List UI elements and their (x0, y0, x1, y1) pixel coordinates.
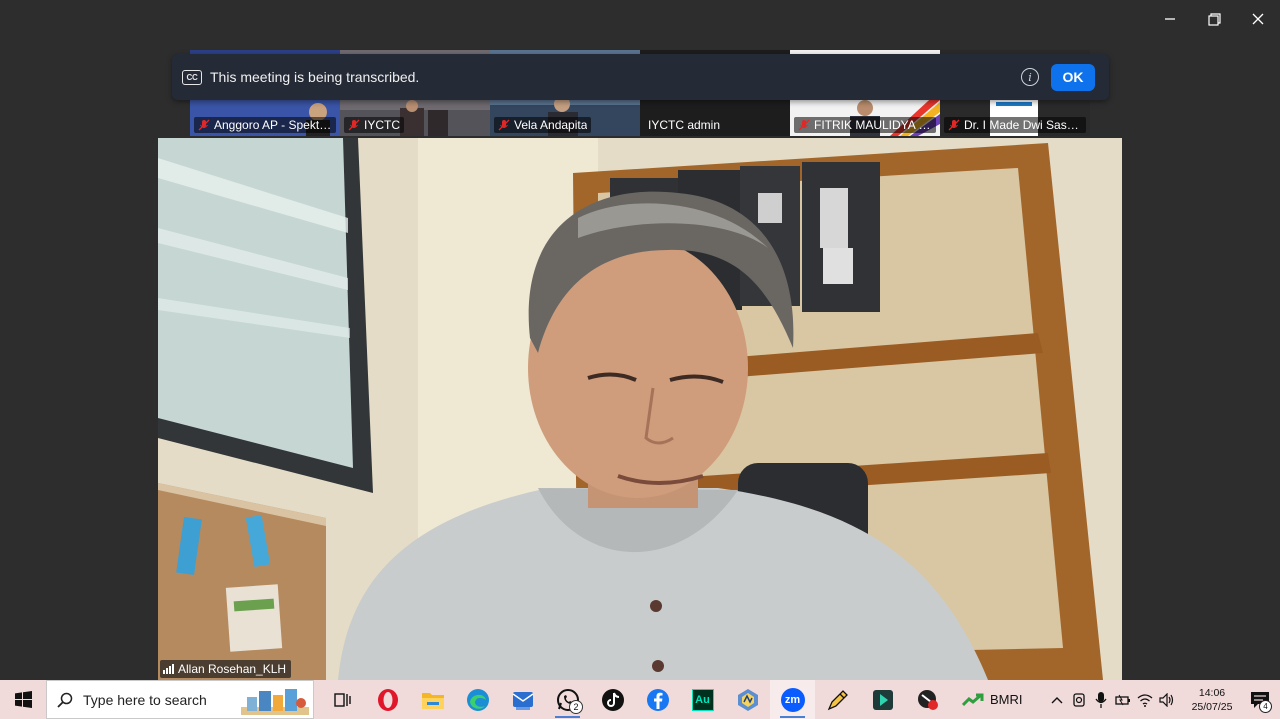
participant-name: Anggoro AP - Spektr... (214, 118, 332, 132)
zoom-button[interactable]: zm (770, 680, 815, 719)
facebook-button[interactable] (635, 680, 680, 719)
zoom-icon: zm (780, 687, 805, 712)
microphone-icon (1095, 691, 1107, 708)
restore-button[interactable] (1192, 0, 1236, 38)
speaker-name: Allan Rosehan_KLH (178, 662, 287, 676)
volume-tray-button[interactable] (1156, 680, 1178, 719)
system-tray: 14:06 25/07/25 4 (1046, 680, 1280, 719)
mic-muted-icon (798, 119, 810, 131)
participant-name: IYCTC admin (648, 118, 721, 132)
windows-logo-icon (14, 691, 32, 708)
taskbar-search-box[interactable] (46, 680, 314, 719)
wifi-icon (1137, 693, 1153, 707)
camera-tray-button[interactable] (1068, 680, 1090, 719)
main-speaker-video[interactable]: Allan Rosehan_KLH (158, 138, 1122, 680)
whatsapp-unread-badge: 2 (569, 700, 583, 714)
speaker-name-label: Allan Rosehan_KLH (160, 660, 292, 678)
close-button[interactable] (1236, 0, 1280, 38)
start-button[interactable] (0, 680, 46, 719)
mic-muted-icon (348, 119, 360, 131)
opera-icon (377, 688, 398, 711)
mic-muted-icon (198, 119, 210, 131)
notification-count-badge: 4 (1259, 700, 1272, 713)
facebook-icon (646, 688, 669, 711)
search-input[interactable] (83, 691, 253, 708)
clock[interactable]: 14:06 25/07/25 (1184, 686, 1240, 714)
ok-button[interactable]: OK (1051, 63, 1095, 91)
stock-up-icon (962, 693, 984, 706)
speaker-video-feed (158, 138, 1122, 680)
search-highlight-art-icon (241, 689, 309, 715)
file-explorer-button[interactable] (410, 680, 455, 719)
clock-time: 14:06 (1198, 686, 1226, 699)
audition-icon-label: Au (695, 693, 710, 706)
task-view-button[interactable] (320, 680, 365, 719)
edge-button[interactable] (455, 680, 500, 719)
recorder-icon (917, 689, 938, 710)
tiktok-icon (601, 688, 624, 711)
file-explorer-icon (421, 692, 444, 709)
pen-tool-button[interactable] (815, 680, 860, 719)
mic-muted-icon (498, 119, 510, 131)
battery-tray-button[interactable] (1112, 680, 1134, 719)
whatsapp-button[interactable]: 2 (545, 680, 590, 719)
stock-widget[interactable]: BMRI (962, 692, 1023, 707)
participant-name: Dr. I Made Dwi Sastr... (964, 118, 1082, 132)
opera-button[interactable] (365, 680, 410, 719)
mic-muted-icon (948, 119, 960, 131)
participant-name: IYCTC (364, 118, 400, 132)
stock-symbol: BMRI (990, 692, 1023, 707)
audition-button[interactable]: Au (680, 680, 725, 719)
audition-icon: Au (691, 688, 714, 711)
transcription-banner: CC This meeting is being transcribed. i … (172, 54, 1109, 100)
minimize-icon (1165, 18, 1175, 20)
volume-icon (1159, 692, 1174, 707)
mail-app-button[interactable] (500, 680, 545, 719)
banner-message: This meeting is being transcribed. (210, 69, 420, 85)
mail-app-icon (512, 691, 533, 710)
chevron-up-icon (1051, 696, 1063, 703)
close-icon (1252, 13, 1264, 25)
search-icon (57, 692, 73, 708)
capcut-button[interactable] (860, 680, 905, 719)
zoom-icon-label: zm (784, 693, 801, 706)
capcut-icon (872, 689, 893, 710)
task-view-icon (333, 692, 351, 707)
show-hidden-icons-button[interactable] (1046, 680, 1068, 719)
camera-icon (1073, 692, 1085, 707)
restore-icon (1207, 12, 1221, 26)
vpn-app-icon (737, 688, 758, 711)
tiktok-button[interactable] (590, 680, 635, 719)
participant-name: Vela Andapita (514, 118, 588, 132)
clock-date: 25/07/25 (1191, 700, 1233, 713)
battery-icon (1115, 694, 1130, 705)
window-controls (1148, 0, 1280, 38)
wifi-tray-button[interactable] (1134, 680, 1156, 719)
microphone-tray-button[interactable] (1090, 680, 1112, 719)
pen-tool-icon (827, 689, 848, 710)
edge-icon (466, 688, 489, 711)
vpn-app-button[interactable] (725, 680, 770, 719)
participant-name: FITRIK MAULIDYA NA... (814, 118, 932, 132)
connection-signal-icon (163, 664, 174, 674)
taskbar-apps: 2 Au zm (320, 680, 950, 719)
info-icon[interactable]: i (1021, 68, 1039, 86)
minimize-button[interactable] (1148, 0, 1192, 38)
recorder-button[interactable] (905, 680, 950, 719)
notifications-button[interactable]: 4 (1240, 680, 1280, 719)
windows-taskbar: 2 Au (0, 680, 1280, 719)
closed-caption-icon: CC (182, 69, 202, 85)
